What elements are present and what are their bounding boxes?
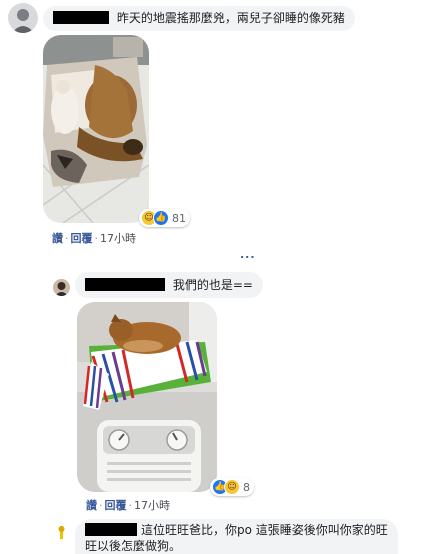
comment-photo[interactable]	[43, 35, 149, 223]
reply-actions: 讚 · 回覆 · 17小時	[86, 497, 170, 513]
reaction-summary[interactable]: 👍 ☺ 8	[210, 478, 254, 496]
comment-actions: 讚 · 回覆 · 17小時	[52, 230, 136, 246]
separator-dot: ·	[94, 232, 99, 245]
reaction-summary[interactable]: ☺ 👍 81	[139, 209, 190, 227]
timestamp[interactable]: 17小時	[134, 499, 170, 512]
reply-avatar[interactable]	[53, 279, 70, 296]
like-icon: 👍	[153, 210, 169, 226]
reply-bubble: 這位旺旺爸比，你po 這張睡姿後你叫你家的旺 旺以後怎麼做狗。	[75, 519, 398, 554]
more-replies-ellipsis[interactable]: ...	[240, 248, 256, 261]
redacted-name	[85, 278, 165, 291]
commenter-avatar[interactable]	[8, 3, 38, 33]
timestamp[interactable]: 17小時	[100, 232, 136, 245]
redacted-name	[53, 11, 109, 24]
comment-bubble: 昨天的地震搖那麼兇，兩兒子卻睡的像死豬	[43, 6, 355, 31]
reaction-count: 81	[172, 211, 186, 225]
reply-link[interactable]: 回覆	[105, 499, 127, 512]
comment-text: 昨天的地震搖那麼兇，兩兒子卻睡的像死豬	[116, 11, 345, 25]
reply-text-line: 旺以後怎麼做狗。	[85, 539, 182, 553]
haha-icon: ☺	[224, 479, 240, 495]
reply-text-line: 這位旺旺爸比，你po 這張睡姿後你叫你家的旺	[85, 523, 388, 538]
separator-dot: ·	[65, 232, 69, 245]
like-link[interactable]: 讚	[86, 499, 97, 512]
separator-dot: ·	[128, 499, 133, 512]
reply-text: 我們的也是==	[172, 278, 253, 292]
redacted-name	[85, 523, 137, 536]
reply-avatar[interactable]	[53, 524, 70, 541]
reaction-count: 8	[243, 480, 250, 494]
like-link[interactable]: 讚	[52, 232, 63, 245]
reply-bubble: 我們的也是==	[75, 272, 263, 298]
reply-photo[interactable]	[77, 302, 217, 492]
separator-dot: ·	[99, 499, 103, 512]
reply-link[interactable]: 回覆	[71, 232, 93, 245]
